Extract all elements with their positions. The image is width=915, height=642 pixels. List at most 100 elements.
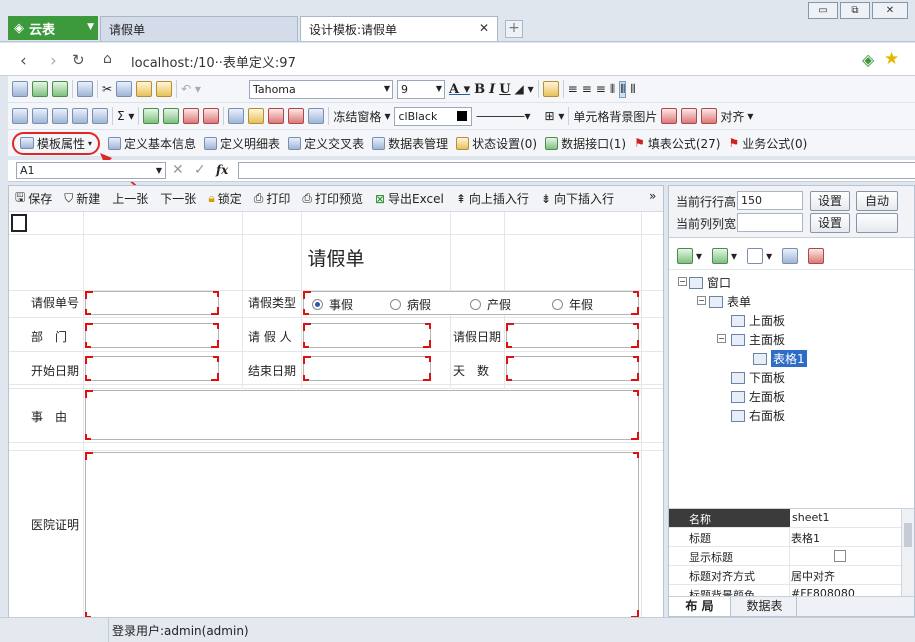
prop-row-title-align[interactable]: 标题对齐方式 居中对齐 [669,566,901,585]
define-cross-table-button[interactable]: 定义交叉表 [288,135,364,152]
props-scrollbar[interactable] [901,509,914,597]
overflow-icon[interactable]: » [649,189,656,203]
define-detail-table-button[interactable]: 定义明细表 [204,135,280,152]
prop-row-name[interactable]: 名称 sheet1 [669,509,901,528]
layout-rows-icon[interactable]: ▾ [712,247,737,264]
restore-button[interactable]: ⧉ [840,2,870,19]
tab-leave-form[interactable]: 请假单 [100,16,298,41]
new-button[interactable]: ⛉ 新建 [64,190,100,207]
split-icon[interactable] [248,108,265,124]
person-field[interactable] [303,323,431,348]
new-tab-button[interactable]: + [505,20,523,38]
insert-row-below-button[interactable]: ⇟ 向下插入行 [541,190,614,207]
font-select[interactable]: Tahoma ▼ [248,79,393,99]
merge-icon[interactable] [228,108,245,124]
import-icon[interactable] [32,81,48,97]
extension-icon[interactable]: ◈ [862,50,874,69]
cancel-icon[interactable]: ✕ [172,162,184,178]
print-preview-button[interactable]: ⎙ 打印预览 [302,190,363,207]
minimize-button[interactable]: ▭ [808,2,838,19]
datatable-management-button[interactable]: 数据表管理 [372,135,448,152]
tab-datatable[interactable]: 数据表 [733,597,797,616]
tree-node-main-panel[interactable]: 主面板 [731,331,785,348]
next-button[interactable]: 下一张 [160,190,196,207]
tree-node-left-panel[interactable]: 左面板 [731,388,785,405]
italic-button[interactable]: I [489,82,495,97]
remove-image-icon[interactable] [681,108,698,124]
set-row-height-button[interactable]: 设置 [810,191,850,211]
template-properties-button[interactable]: 模板属性 ▾ [12,131,101,155]
fill-formula-button[interactable]: ⚑ 填表公式(27) [634,135,720,152]
bold-button[interactable]: B [474,82,485,97]
radio-maternity-leave[interactable]: 产假 [470,296,511,313]
border-icon[interactable]: ⊞ ▾ [544,109,564,123]
paste-icon[interactable] [136,81,153,97]
layout-columns-icon[interactable]: ▾ [677,247,702,264]
star-icon[interactable]: ★ [884,49,899,69]
prop-row-title[interactable]: 标题 表格1 [669,528,901,547]
cell-reference-input[interactable]: A1 ▼ [16,162,166,179]
define-basic-info-button[interactable]: 定义基本信息 [108,135,196,152]
grid-icon[interactable] [12,108,28,124]
delete-row-icon[interactable] [183,108,200,124]
grid5-icon[interactable] [92,108,108,124]
leave-type-radio-group[interactable]: 事假 病假 产假 年假 [303,291,639,315]
barcode3-icon[interactable]: ⦀ [630,82,635,97]
save-button[interactable]: 🖫 保存 [15,188,52,209]
page-icon[interactable]: ▾ [747,247,772,264]
reason-field[interactable] [85,390,639,440]
auto-row-height-button[interactable]: 自动 [856,191,898,211]
tree-node-right-panel[interactable]: 右面板 [731,407,785,424]
align-left-icon[interactable]: ≡ [568,82,578,96]
tree-node-grid1[interactable]: 表格1 [753,350,807,367]
radio-annual-leave[interactable]: 年假 [552,296,593,313]
prop-row-show-title[interactable]: 显示标题 [669,547,901,566]
end-date-field[interactable] [303,356,431,381]
barcode-icon[interactable]: ⦀ [610,82,615,97]
undo-icon[interactable]: ↶ ▾ [181,82,201,96]
copy-icon[interactable] [116,81,133,97]
align-center-icon[interactable]: ≡ [582,82,592,96]
status-settings-button[interactable]: 状态设置(0) [456,135,537,152]
back-icon[interactable]: ‹ [20,51,27,71]
business-formula-button[interactable]: ⚑ 业务公式(0) [729,135,808,152]
tree-node-window[interactable]: 窗口 [689,274,731,291]
tree-node-top-panel[interactable]: 上面板 [731,312,785,329]
lock-icon[interactable] [542,81,559,97]
form-sheet[interactable]: 请假单 请假单号 请假类型 事假 病假 产假 年假 部 门 请 假 人 请假日期… [9,212,663,618]
blank-button[interactable] [856,213,898,233]
print-button[interactable]: ⎙ 打印 [254,190,291,207]
color-select[interactable]: clBlack [394,106,473,126]
start-date-field[interactable] [85,356,219,381]
confirm-icon[interactable]: ✓ [194,162,206,178]
dept-field[interactable] [85,323,219,348]
close-tab-icon[interactable]: ✕ [479,21,489,35]
delete-col-icon[interactable] [203,108,220,124]
underline-button[interactable]: U [499,82,510,97]
tab-layout[interactable]: 布 局 [669,597,731,616]
line-style-icon[interactable]: ――――▾ [476,109,540,123]
url-text[interactable]: localhost:/10··表单定义:97 [131,52,296,71]
forward-icon[interactable]: › [50,51,57,71]
close-window-button[interactable]: ✕ [872,2,908,19]
insert-col-icon[interactable] [163,108,180,124]
align-right-icon[interactable]: ≡ [596,82,606,96]
font-size-select[interactable]: 9 ▼ [396,79,445,99]
set-col-width-button[interactable]: 设置 [810,213,850,233]
insert-row-icon[interactable] [143,108,160,124]
certificate-field[interactable] [85,452,639,618]
exit-icon[interactable] [77,81,93,97]
save-icon[interactable] [12,81,28,97]
export-excel-button[interactable]: ⊠ 导出Excel [375,190,444,207]
barcode2-icon[interactable]: ⦀ [619,80,627,98]
bg-image-button[interactable]: 单元格背景图片 [573,108,657,125]
grid2-icon[interactable] [32,108,48,124]
home-icon[interactable]: ⌂ [103,51,112,67]
export-icon[interactable] [52,81,68,97]
date-field[interactable] [506,323,639,348]
data-interface-button[interactable]: 数据接口(1) [545,135,626,152]
clear2-icon[interactable] [288,108,305,124]
formula-input[interactable] [238,162,915,179]
row-height-input[interactable]: 150 [737,191,803,210]
tree-node-bottom-panel[interactable]: 下面板 [731,369,785,386]
